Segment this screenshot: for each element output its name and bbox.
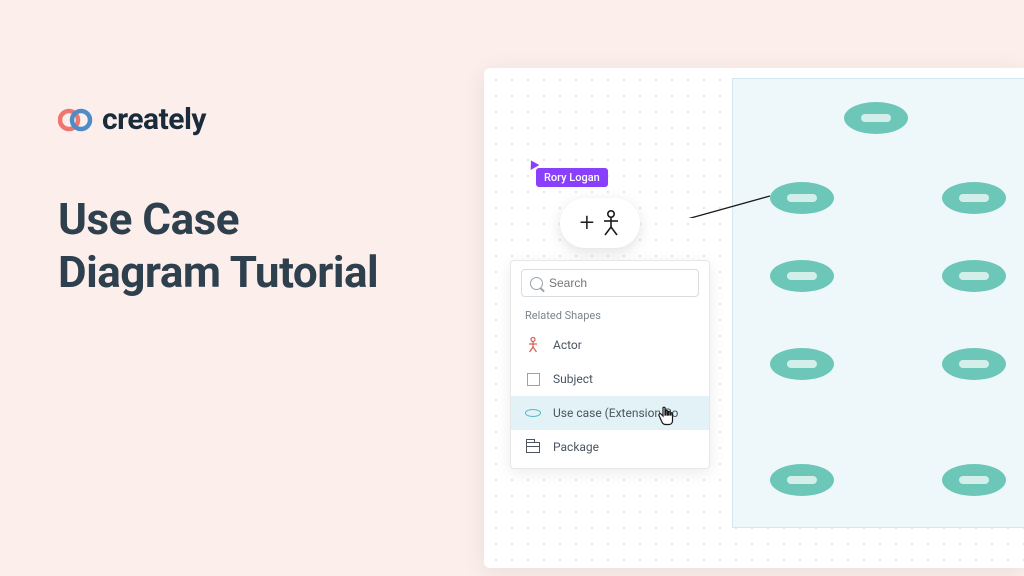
search-field[interactable] bbox=[549, 276, 690, 290]
pointer-cursor-icon bbox=[657, 406, 675, 426]
package-shape-icon bbox=[525, 439, 541, 455]
use-case-node[interactable] bbox=[942, 182, 1006, 214]
use-case-node[interactable] bbox=[942, 348, 1006, 380]
usecase-shape-icon bbox=[525, 405, 541, 421]
add-shape-button[interactable]: + bbox=[560, 198, 640, 248]
shape-item-label: Actor bbox=[553, 338, 582, 352]
shapes-panel: Related Shapes Actor Subject Use case (E… bbox=[510, 260, 710, 469]
shape-item-subject[interactable]: Subject bbox=[511, 362, 709, 396]
shape-item-package[interactable]: Package bbox=[511, 430, 709, 464]
brand-logo: creately bbox=[58, 102, 378, 137]
headline-line-2: Diagram Tutorial bbox=[58, 246, 378, 298]
related-shapes-label: Related Shapes bbox=[511, 305, 709, 328]
diagram-canvas[interactable]: Rory Logan + Related Shapes bbox=[484, 68, 1024, 568]
collaborator-cursor-tag: Rory Logan bbox=[536, 168, 608, 187]
shape-item-label: Package bbox=[553, 440, 599, 454]
page-title: Use Case Diagram Tutorial bbox=[58, 193, 378, 299]
headline-line-1: Use Case bbox=[58, 193, 239, 245]
use-case-node[interactable] bbox=[942, 464, 1006, 496]
actor-shape-icon bbox=[525, 337, 541, 353]
shape-item-actor[interactable]: Actor bbox=[511, 328, 709, 362]
shape-item-usecase[interactable]: Use case (Extension Po bbox=[511, 396, 709, 430]
use-case-node[interactable] bbox=[770, 464, 834, 496]
use-case-node[interactable] bbox=[942, 260, 1006, 292]
use-case-node[interactable] bbox=[770, 182, 834, 214]
search-icon bbox=[530, 277, 543, 290]
subject-shape-icon bbox=[525, 371, 541, 387]
plus-icon: + bbox=[580, 210, 595, 236]
use-case-node[interactable] bbox=[770, 260, 834, 292]
creately-logo-icon bbox=[58, 108, 94, 132]
system-boundary[interactable] bbox=[732, 78, 1024, 528]
shape-item-label: Subject bbox=[553, 372, 593, 386]
use-case-node[interactable] bbox=[844, 102, 908, 134]
actor-icon bbox=[602, 210, 620, 236]
brand-name: creately bbox=[102, 102, 206, 137]
use-case-node[interactable] bbox=[770, 348, 834, 380]
shape-search-input[interactable] bbox=[521, 269, 699, 297]
